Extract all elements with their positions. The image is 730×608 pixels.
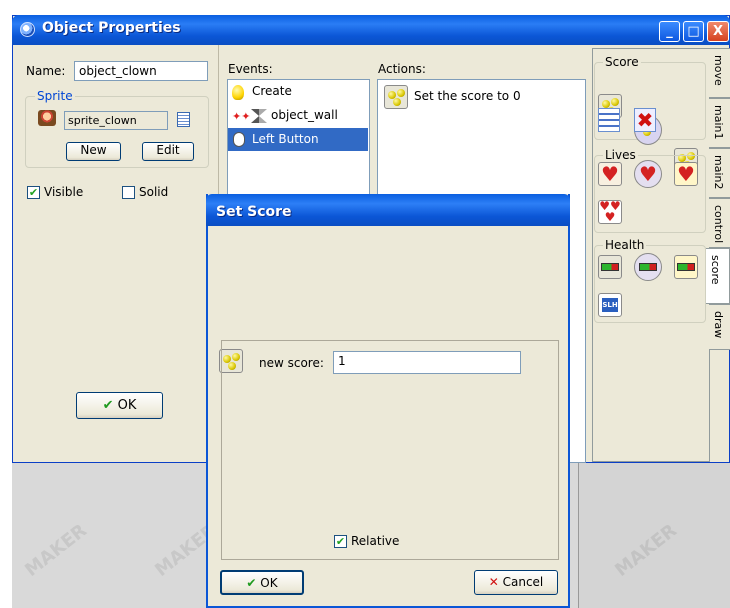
draw-health-icon[interactable] [674,255,698,279]
ok-button[interactable]: ✔ OK [76,392,163,419]
set-lives-icon[interactable]: ♥ [598,162,622,186]
test-lives-icon[interactable]: ♥ [634,160,662,188]
tab-move-label: move [712,55,725,86]
visible-label: Visible [44,185,84,199]
tab-draw[interactable]: draw [709,304,730,350]
workspace-left-strip [0,462,12,608]
solid-label: Solid [139,185,169,199]
name-input[interactable]: object_clown [74,61,208,81]
dialog-cancel-label: Cancel [502,575,544,589]
tab-control-label: control [712,205,725,244]
score-section-title: Score [603,55,641,69]
draw-life-images-icon[interactable]: ♥♥ ♥ [598,200,622,224]
new-sprite-button[interactable]: New [66,142,121,161]
clown-sprite-icon [38,110,56,126]
set-health-icon[interactable] [598,255,622,279]
lives-section-title: Lives [603,148,638,162]
clear-highscore-icon[interactable]: ✖ [634,108,656,132]
maximize-button[interactable]: □ [683,21,704,42]
cancel-x-icon: ✕ [488,575,499,589]
tab-control[interactable]: control [709,198,730,248]
sprite-menu-icon[interactable] [177,112,190,127]
dialog-title: Set Score [216,204,292,220]
tab-move[interactable]: move [709,48,730,98]
relative-checkbox[interactable]: ✔ [334,535,347,548]
relative-label: Relative [351,534,400,548]
name-label: Name: [26,64,66,78]
close-button[interactable]: X [707,21,729,42]
checkmark-icon: ✔ [246,576,257,590]
health-section-title: Health [603,238,647,252]
new-score-input[interactable]: 1 [333,351,521,374]
visible-checkbox[interactable]: ✔ [27,186,40,199]
window-title: Object Properties [42,20,181,36]
edit-sprite-button[interactable]: Edit [142,142,194,161]
tab-score[interactable]: score [706,248,730,304]
tab-main2-label: main2 [712,155,725,190]
action-item-set-score[interactable]: Set the score to 0 [414,89,521,103]
new-score-label: new score: [259,356,324,370]
tab-draw-label: draw [712,311,725,339]
event-item-object-wall[interactable]: object_wall [271,108,338,122]
event-item-create[interactable]: Create [252,84,292,98]
dialog-ok-button[interactable]: ✔ OK [220,570,304,595]
set-score-icon [384,85,408,109]
dialog-ok-label: OK [260,576,278,590]
event-item-left-button[interactable]: Left Button [252,132,319,146]
minimize-button[interactable]: _ [659,21,680,42]
solid-checkbox[interactable] [122,186,135,199]
score-caption-icon[interactable]: SLH [598,293,622,317]
sprite-group-title: Sprite [35,89,75,103]
highscore-table-icon[interactable] [598,108,620,132]
collision-icon: ✦✦ [232,110,251,123]
tab-main1[interactable]: main1 [709,98,730,148]
lightbulb-icon [232,85,244,100]
tab-main2[interactable]: main2 [709,148,730,198]
checkmark-icon: ✔ [102,398,114,413]
test-health-icon[interactable] [634,253,662,281]
ok-button-label: OK [117,398,137,413]
tab-score-label: score [709,255,722,285]
tab-main1-label: main1 [712,105,725,140]
dialog-cancel-button[interactable]: ✕ Cancel [474,570,558,595]
window-app-icon [20,22,35,37]
draw-lives-icon[interactable]: ♥ [674,162,698,186]
sprite-field[interactable]: sprite_clown [64,111,168,130]
actions-header: Actions: [378,62,426,76]
events-header: Events: [228,62,273,76]
mouse-icon [233,132,245,147]
